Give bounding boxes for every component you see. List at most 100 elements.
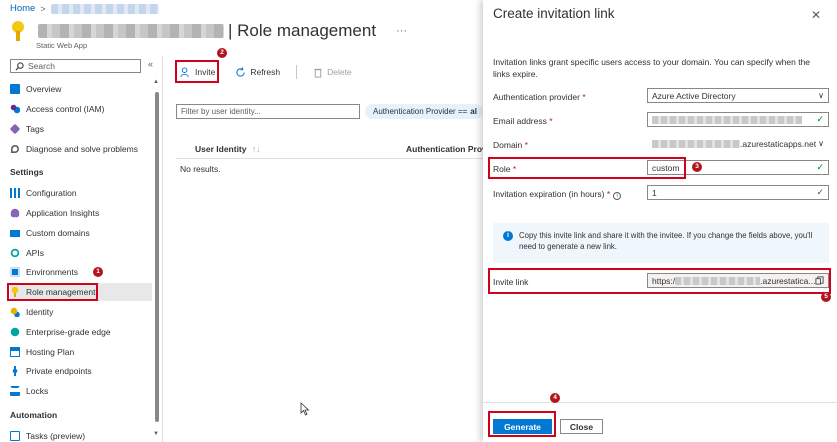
- sidebar-item-label: Access control (IAM): [26, 104, 105, 114]
- auth-provider-dropdown[interactable]: Azure Active Directory ∨: [647, 88, 829, 103]
- sidebar-item-configuration[interactable]: Configuration: [10, 184, 152, 202]
- sidebar-item-overview[interactable]: Overview: [10, 80, 152, 98]
- filter-box[interactable]: [176, 104, 360, 119]
- key-icon: [10, 287, 20, 297]
- delete-button[interactable]: Delete: [309, 62, 356, 82]
- sidebar-item-label: Tasks (preview): [26, 431, 86, 441]
- trash-icon: [314, 68, 322, 78]
- automation-heading: Automation: [10, 410, 58, 420]
- sidebar-item-apis[interactable]: APIs: [10, 244, 152, 262]
- table-header-divider: [176, 158, 483, 159]
- sidebar-item-tags[interactable]: Tags: [9, 120, 152, 138]
- chevron-down-icon: ∨: [818, 139, 824, 148]
- pill-value: al: [470, 107, 477, 116]
- email-label: Email address *: [493, 116, 553, 126]
- sidebar-item-label: Hosting Plan: [26, 347, 75, 357]
- panel-description: Invitation links grant specific users ac…: [493, 57, 811, 79]
- sidebar-item-label: Identity: [26, 307, 54, 317]
- lock-icon: [10, 386, 20, 396]
- valid-check-icon: ✓: [816, 187, 824, 197]
- sidebar-item-application-insights[interactable]: Application Insights: [10, 204, 152, 222]
- info-icon[interactable]: i: [613, 192, 622, 200]
- sidebar-item-locks[interactable]: Locks: [10, 382, 152, 400]
- refresh-label: Refresh: [250, 67, 281, 77]
- wrench-icon: [11, 145, 19, 153]
- sidebar-item-hosting-plan[interactable]: Hosting Plan: [10, 343, 152, 361]
- expiration-field[interactable]: 1 ✓: [647, 185, 829, 200]
- column-header-user-identity[interactable]: User Identity ↑↓: [195, 144, 260, 154]
- collapse-sidebar-icon[interactable]: «: [148, 59, 153, 69]
- refresh-button[interactable]: Refresh: [231, 62, 284, 82]
- bulb-icon: [10, 208, 20, 218]
- step-badge-4: 4: [550, 393, 560, 403]
- role-label: Role *: [493, 164, 517, 174]
- invite-link-value: https:/.azurestatica...: [652, 275, 815, 286]
- column-header-auth-provider[interactable]: Authentication Provi: [406, 144, 483, 154]
- page-header: | Role management ···: [10, 20, 407, 42]
- domain-dropdown[interactable]: .azurestaticapps.net ∨: [647, 136, 829, 151]
- domain-suffix: .azurestaticapps.net: [740, 138, 817, 149]
- role-field[interactable]: custom ✓: [647, 160, 829, 175]
- copy-icon[interactable]: [815, 276, 824, 285]
- info-banner-text: Copy this invite link and share it with …: [519, 231, 813, 251]
- auth-provider-filter-pill[interactable]: Authentication Provider == al: [365, 104, 483, 119]
- more-options-icon[interactable]: ···: [396, 25, 407, 37]
- scroll-down-icon[interactable]: ▼: [153, 431, 159, 437]
- sidebar-item-access-control[interactable]: Access control (IAM): [10, 100, 152, 118]
- expiration-label: Invitation expiration (in hours) * i: [493, 189, 622, 200]
- overview-icon: [10, 84, 20, 94]
- invite-link-field[interactable]: https:/.azurestatica...: [647, 273, 829, 288]
- sidebar-item-label: Environments: [26, 267, 78, 277]
- sidebar-item-environments[interactable]: Environments: [10, 263, 152, 281]
- pill-label: Authentication Provider ==: [373, 107, 468, 116]
- breadcrumb: Home >: [10, 3, 159, 14]
- sliders-icon: [10, 188, 20, 198]
- sidebar-item-label: Role management: [26, 287, 96, 297]
- expiration-value: 1: [652, 187, 657, 198]
- sidebar-scrollbar[interactable]: [155, 82, 159, 434]
- sidebar-search[interactable]: [10, 59, 141, 73]
- create-invitation-panel: Create invitation link ✕ Invitation link…: [483, 0, 837, 442]
- filter-input[interactable]: [181, 107, 351, 116]
- auth-provider-value: Azure Active Directory: [652, 90, 736, 101]
- sidebar-item-label: Tags: [26, 124, 44, 134]
- sidebar-item-private-endpoints[interactable]: Private endpoints: [10, 362, 152, 380]
- breadcrumb-resource-link-redacted[interactable]: [50, 3, 159, 14]
- sidebar-item-identity[interactable]: Identity: [10, 303, 152, 321]
- sidebar-item-role-management[interactable]: Role management: [10, 283, 152, 301]
- invite-button[interactable]: Invite: [176, 62, 219, 82]
- valid-check-icon: ✓: [816, 114, 824, 124]
- table-empty-message: No results.: [180, 164, 221, 174]
- invite-link-label: Invite link: [493, 277, 529, 287]
- command-bar: Invite Refresh Delete: [176, 62, 356, 82]
- panel-title: Create invitation link: [493, 6, 615, 21]
- sidebar-item-label: Configuration: [26, 188, 77, 198]
- close-icon[interactable]: ✕: [811, 8, 821, 22]
- key-icon: [10, 20, 28, 42]
- tag-icon: [9, 123, 21, 135]
- sidebar-item-label: Enterprise-grade edge: [26, 327, 111, 337]
- generate-button[interactable]: Generate: [493, 419, 552, 434]
- sort-icon[interactable]: ↑↓: [252, 144, 261, 154]
- sidebar-item-label: Diagnose and solve problems: [26, 144, 138, 154]
- page-title: | Role management: [228, 21, 377, 40]
- globe-icon: [10, 327, 20, 337]
- sidebar-item-enterprise-edge[interactable]: Enterprise-grade edge: [10, 323, 152, 341]
- sidebar-item-diagnose[interactable]: Diagnose and solve problems: [10, 140, 152, 158]
- search-input[interactable]: [28, 61, 128, 71]
- tasks-icon: [10, 431, 20, 441]
- refresh-icon: [236, 66, 245, 77]
- breadcrumb-separator: >: [40, 3, 46, 14]
- add-person-icon: [180, 66, 189, 77]
- environments-icon: [10, 267, 20, 277]
- sidebar-item-tasks[interactable]: Tasks (preview): [10, 427, 152, 442]
- sidebar-item-label: Locks: [26, 386, 49, 396]
- sidebar-item-custom-domains[interactable]: Custom domains: [10, 224, 152, 242]
- search-icon: [15, 61, 24, 70]
- close-button[interactable]: Close: [560, 419, 603, 434]
- settings-heading: Settings: [10, 167, 44, 177]
- breadcrumb-home-link[interactable]: Home: [10, 3, 35, 14]
- email-field[interactable]: ✓: [647, 112, 829, 127]
- auth-provider-label: Authentication provider *: [493, 92, 586, 102]
- sidebar-item-label: Application Insights: [26, 208, 100, 218]
